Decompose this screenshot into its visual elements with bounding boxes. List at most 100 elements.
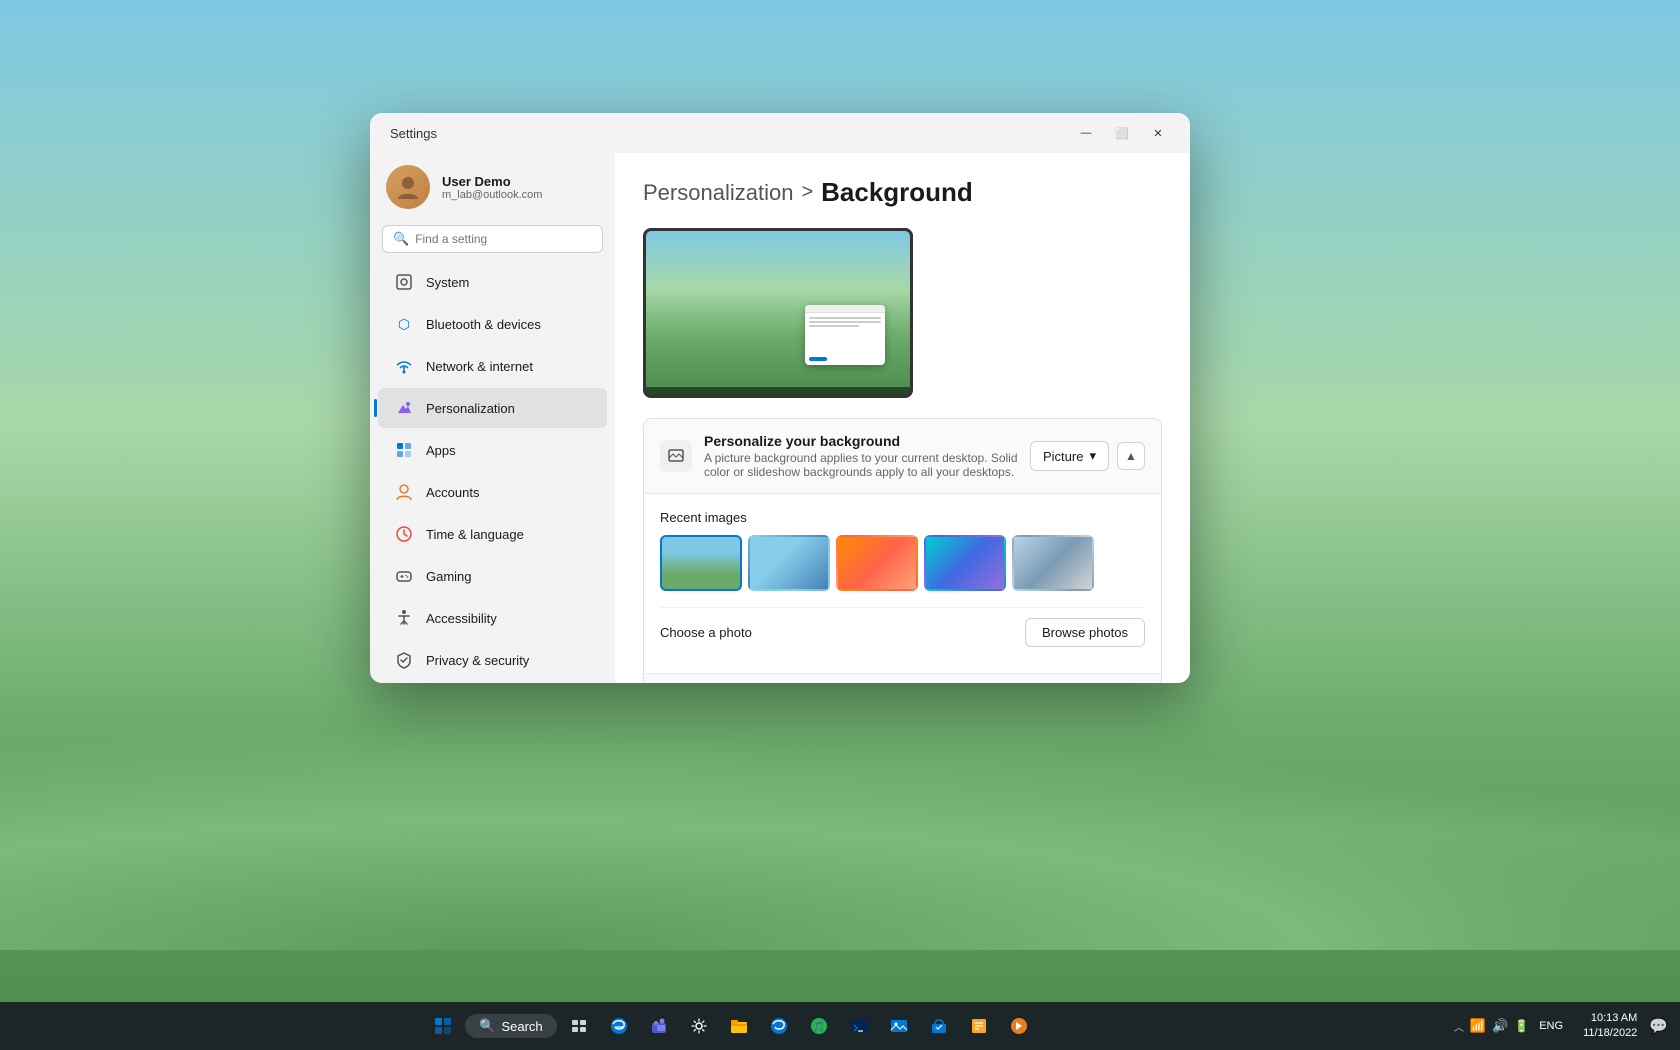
background-section: Personalize your background A picture ba… xyxy=(643,418,1162,683)
close-button[interactable]: ✕ xyxy=(1142,119,1174,147)
apps-icon xyxy=(394,440,414,460)
preview-line-3 xyxy=(809,325,859,327)
sidebar-item-label-apps: Apps xyxy=(426,443,456,458)
taskbar-time-display: 10:13 AM xyxy=(1583,1011,1637,1026)
sidebar-item-personalization[interactable]: Personalization xyxy=(378,388,607,428)
user-info: User Demo m_lab@outlook.com xyxy=(442,174,542,201)
taskbar-store-icon[interactable] xyxy=(921,1008,957,1044)
avatar xyxy=(386,165,430,209)
minimize-button[interactable]: — xyxy=(1070,119,1102,147)
section-title: Personalize your background xyxy=(704,433,1018,449)
settings-window: Settings — ⬜ ✕ User Demo m_lab@outlook.c… xyxy=(370,113,1190,683)
taskbar-edge3-icon[interactable]: 🎵 xyxy=(801,1008,837,1044)
accessibility-icon xyxy=(394,608,414,628)
main-content: Personalization > Background xyxy=(615,153,1190,683)
sidebar-item-bluetooth[interactable]: ⬡ Bluetooth & devices xyxy=(378,304,607,344)
tray-chevron-icon[interactable]: ︿ xyxy=(1454,1019,1464,1034)
taskbar-notes-icon[interactable] xyxy=(961,1008,997,1044)
volume-tray-icon[interactable]: 🔊 xyxy=(1492,1018,1508,1034)
section-body: Recent images Choose a photo Browse phot… xyxy=(644,493,1161,673)
browse-photos-button[interactable]: Browse photos xyxy=(1025,618,1145,647)
taskbar-terminal-icon[interactable] xyxy=(841,1008,877,1044)
breadcrumb-current: Background xyxy=(821,177,973,208)
settings-search-input[interactable] xyxy=(415,232,592,246)
taskbar-search-label: Search xyxy=(501,1019,542,1034)
section-description: A picture background applies to your cur… xyxy=(704,451,1018,479)
taskbar-icons: 🔍 Search xyxy=(12,1008,1450,1044)
personalization-icon xyxy=(394,398,414,418)
title-bar: Settings — ⬜ ✕ xyxy=(370,113,1190,153)
window-body: User Demo m_lab@outlook.com 🔍 System xyxy=(370,153,1190,683)
taskbar-teams-icon[interactable] xyxy=(641,1008,677,1044)
section-expand-button[interactable]: ▲ xyxy=(1117,442,1145,470)
sidebar-item-label-time: Time & language xyxy=(426,527,524,542)
sidebar-item-label-personalization: Personalization xyxy=(426,401,515,416)
taskbar-photo-icon[interactable] xyxy=(881,1008,917,1044)
window-title: Settings xyxy=(390,126,437,141)
accounts-icon xyxy=(394,482,414,502)
sidebar-item-time[interactable]: Time & language xyxy=(378,514,607,554)
breadcrumb-parent[interactable]: Personalization xyxy=(643,180,793,206)
taskbar-right: ︿ 📶 🔊 🔋 ENG 10:13 AM 11/18/2022 💬 xyxy=(1450,1011,1668,1042)
preview-titlebar xyxy=(805,305,885,313)
section-control: Picture ▾ ▲ xyxy=(1030,441,1145,471)
background-type-dropdown[interactable]: Picture ▾ xyxy=(1030,441,1109,471)
recent-images-grid xyxy=(660,535,1145,591)
bluetooth-icon: ⬡ xyxy=(394,314,414,334)
sidebar-item-accounts[interactable]: Accounts xyxy=(378,472,607,512)
preview-window-mock xyxy=(805,305,885,365)
time-icon xyxy=(394,524,414,544)
language-label[interactable]: ENG xyxy=(1535,1020,1567,1032)
taskbar-search[interactable]: 🔍 Search xyxy=(465,1014,556,1038)
preview-line-2 xyxy=(809,321,881,323)
maximize-button[interactable]: ⬜ xyxy=(1106,119,1138,147)
background-section-icon xyxy=(660,440,692,472)
taskbar-explorer-icon[interactable] xyxy=(721,1008,757,1044)
breadcrumb: Personalization > Background xyxy=(643,177,1162,208)
sidebar: User Demo m_lab@outlook.com 🔍 System xyxy=(370,153,615,683)
image-thumb-2[interactable] xyxy=(748,535,830,591)
sidebar-item-accessibility[interactable]: Accessibility xyxy=(378,598,607,638)
settings-search-box[interactable]: 🔍 xyxy=(382,225,603,253)
start-button[interactable] xyxy=(425,1008,461,1044)
sidebar-item-label-network: Network & internet xyxy=(426,359,533,374)
taskbar: 🔍 Search xyxy=(0,1002,1680,1050)
taskbar-search-icon: 🔍 xyxy=(479,1018,495,1034)
search-icon: 🔍 xyxy=(393,231,409,247)
image-thumb-1[interactable] xyxy=(660,535,742,591)
image-thumb-5[interactable] xyxy=(1012,535,1094,591)
gaming-icon xyxy=(394,566,414,586)
recent-images-label: Recent images xyxy=(660,510,1145,525)
taskbar-edge2-icon[interactable] xyxy=(761,1008,797,1044)
sidebar-item-apps[interactable]: Apps xyxy=(378,430,607,470)
image-thumb-3[interactable] xyxy=(836,535,918,591)
sidebar-item-system[interactable]: System xyxy=(378,262,607,302)
user-profile[interactable]: User Demo m_lab@outlook.com xyxy=(370,153,615,225)
section-text: Personalize your background A picture ba… xyxy=(704,433,1018,479)
taskbar-edge4-icon[interactable] xyxy=(1001,1008,1037,1044)
taskbar-datetime[interactable]: 10:13 AM 11/18/2022 xyxy=(1575,1011,1645,1042)
taskview-button[interactable] xyxy=(561,1008,597,1044)
sidebar-item-label-accessibility: Accessibility xyxy=(426,611,497,626)
user-email: m_lab@outlook.com xyxy=(442,189,542,201)
choose-photo-row: Choose a photo Browse photos xyxy=(660,607,1145,657)
sidebar-item-label-gaming: Gaming xyxy=(426,569,472,584)
breadcrumb-separator: > xyxy=(801,181,813,204)
background-preview xyxy=(643,228,913,398)
network-tray-icon[interactable]: 📶 xyxy=(1470,1018,1486,1034)
fit-row: Choose a fit for your desktop image Fill… xyxy=(644,673,1161,683)
window-controls: — ⬜ ✕ xyxy=(1070,119,1174,147)
preview-btn-mock xyxy=(809,357,827,361)
sidebar-item-privacy[interactable]: Privacy & security xyxy=(378,640,607,680)
privacy-icon xyxy=(394,650,414,670)
preview-line-1 xyxy=(809,317,881,319)
taskbar-edge-icon[interactable] xyxy=(601,1008,637,1044)
notification-icon[interactable]: 💬 xyxy=(1649,1017,1668,1035)
image-thumb-4[interactable] xyxy=(924,535,1006,591)
sidebar-item-gaming[interactable]: Gaming xyxy=(378,556,607,596)
taskbar-settings-icon[interactable] xyxy=(681,1008,717,1044)
user-name: User Demo xyxy=(442,174,542,189)
sidebar-item-network[interactable]: Network & internet xyxy=(378,346,607,386)
system-icon xyxy=(394,272,414,292)
sidebar-item-update[interactable]: Windows Update xyxy=(378,682,607,683)
